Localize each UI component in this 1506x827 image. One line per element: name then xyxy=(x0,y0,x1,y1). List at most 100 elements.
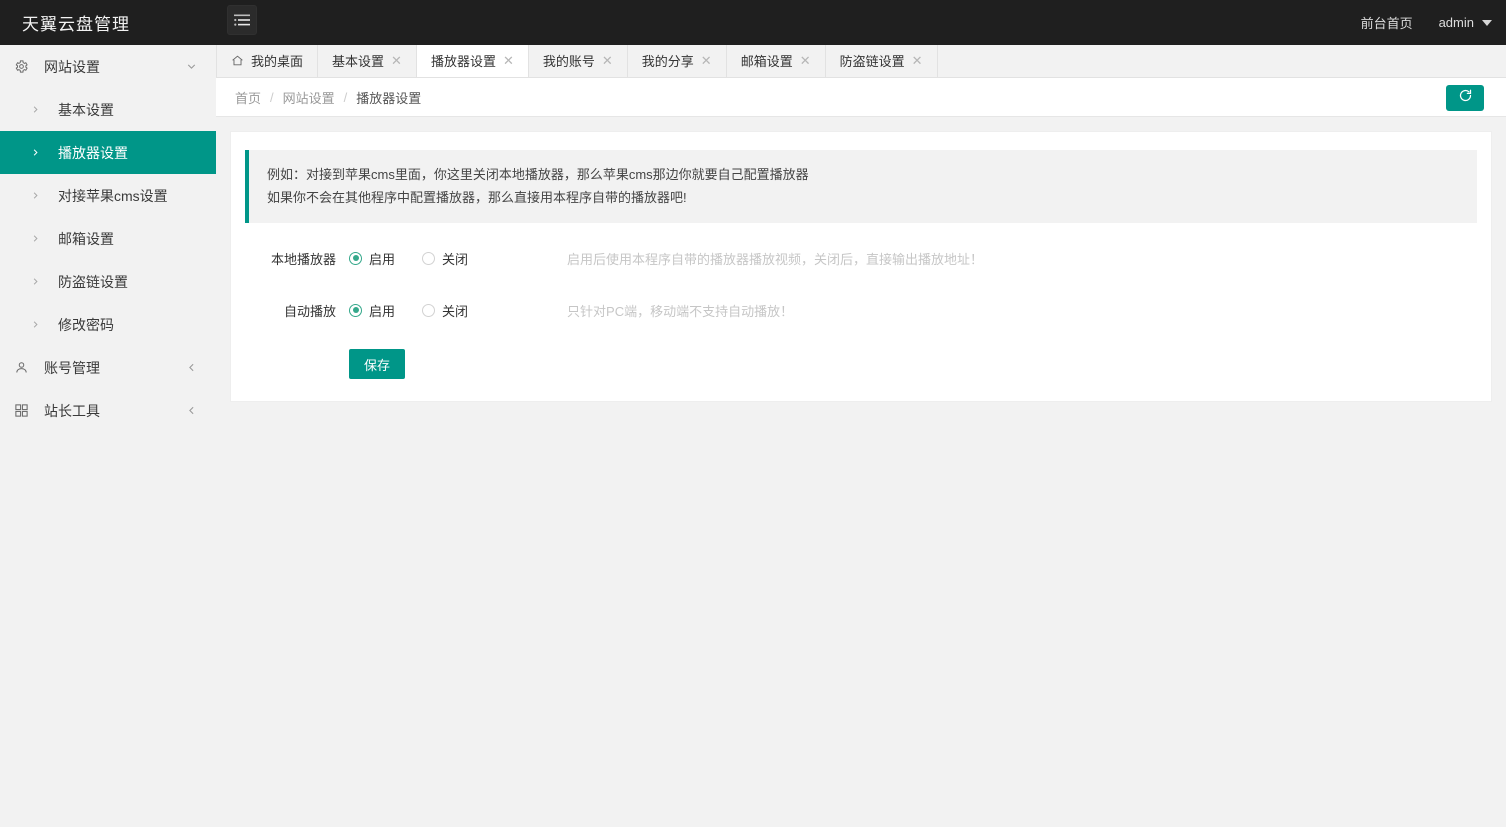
radio-label: 关闭 xyxy=(442,249,468,268)
close-icon[interactable]: ✕ xyxy=(800,54,811,67)
main-content: 例如：对接到苹果cms里面，你这里关闭本地播放器，那么苹果cms那边你就要自己配… xyxy=(216,117,1506,827)
sidebar-item-label: 修改密码 xyxy=(52,315,114,335)
tab-antileech-settings[interactable]: 防盗链设置 ✕ xyxy=(826,44,938,77)
form-row-autoplay: 自动播放 启用 关闭 只针对PC端，移动端不支持自动播放！ xyxy=(245,291,1477,329)
info-alert: 例如：对接到苹果cms里面，你这里关闭本地播放器，那么苹果cms那边你就要自己配… xyxy=(245,150,1477,223)
chevron-down-icon xyxy=(1482,20,1492,26)
radio-autoplay-disable[interactable]: 关闭 xyxy=(422,301,468,320)
field-label: 自动播放 xyxy=(245,301,349,320)
settings-card: 例如：对接到苹果cms里面，你这里关闭本地播放器，那么苹果cms那边你就要自己配… xyxy=(230,131,1492,402)
header-right-menu: 前台首页 admin xyxy=(1361,0,1492,45)
chevron-left-icon xyxy=(185,361,198,374)
radio-local-player-disable[interactable]: 关闭 xyxy=(422,249,468,268)
sidebar-item-label: 播放器设置 xyxy=(52,143,128,163)
tab-label: 我的分享 xyxy=(642,51,694,70)
close-icon[interactable]: ✕ xyxy=(912,54,923,67)
grid-icon xyxy=(14,403,36,418)
front-home-label: 前台首页 xyxy=(1361,13,1413,32)
refresh-icon xyxy=(1458,88,1473,108)
tab-basic-settings[interactable]: 基本设置 ✕ xyxy=(318,44,417,77)
chevron-right-icon xyxy=(30,233,52,244)
save-button[interactable]: 保存 xyxy=(349,349,405,379)
sidebar-item-label: 对接苹果cms设置 xyxy=(52,186,168,206)
field-label: 本地播放器 xyxy=(245,249,349,268)
admin-page: 天翼云盘管理 前台首页 admin xyxy=(0,0,1506,827)
tab-my-desktop[interactable]: 我的桌面 xyxy=(216,44,318,77)
radio-local-player-enable[interactable]: 启用 xyxy=(349,249,395,268)
sidebar-group-webmaster-tools[interactable]: 站长工具 xyxy=(0,389,216,432)
refresh-button[interactable] xyxy=(1446,85,1484,111)
radio-dot-selected-icon xyxy=(349,252,362,265)
tab-label: 我的桌面 xyxy=(251,51,303,70)
form-row-local-player: 本地播放器 启用 关闭 启用后使用本程序自带的播放器播放视频，关闭后，直接输出播… xyxy=(245,239,1477,277)
chevron-right-icon xyxy=(30,147,52,158)
tab-label: 基本设置 xyxy=(332,51,384,70)
sidebar-item-email-settings[interactable]: 邮箱设置 xyxy=(0,217,216,260)
sidebar-nav: 网站设置 基本设置 播放器设置 对接苹果cms设置 xyxy=(0,45,216,827)
sidebar-item-antileech-settings[interactable]: 防盗链设置 xyxy=(0,260,216,303)
close-icon[interactable]: ✕ xyxy=(602,54,613,67)
sidebar-group-account-management[interactable]: 账号管理 xyxy=(0,346,216,389)
field-hint: 启用后使用本程序自带的播放器播放视频，关闭后，直接输出播放地址！ xyxy=(567,249,983,268)
sidebar-group-website-settings[interactable]: 网站设置 xyxy=(0,45,216,88)
radio-label: 启用 xyxy=(369,301,395,320)
brand-title: 天翼云盘管理 xyxy=(0,0,216,45)
hamburger-icon xyxy=(234,14,250,26)
radio-dot-icon xyxy=(422,304,435,317)
breadcrumb-item-website-settings[interactable]: 网站设置 xyxy=(283,88,335,107)
chevron-right-icon xyxy=(30,276,52,287)
chevron-right-icon xyxy=(30,190,52,201)
tab-my-account[interactable]: 我的账号 ✕ xyxy=(529,44,628,77)
sidebar-item-change-password[interactable]: 修改密码 xyxy=(0,303,216,346)
user-menu[interactable]: admin xyxy=(1439,15,1492,30)
tab-label: 防盗链设置 xyxy=(840,51,905,70)
tab-player-settings[interactable]: 播放器设置 ✕ xyxy=(417,44,529,77)
chevron-right-icon xyxy=(30,319,52,330)
sidebar-group-label: 账号管理 xyxy=(36,358,185,378)
radio-group-autoplay: 启用 关闭 xyxy=(349,301,495,320)
breadcrumb-separator: / xyxy=(344,90,348,105)
gear-icon xyxy=(14,59,36,74)
breadcrumb-separator: / xyxy=(270,90,274,105)
radio-dot-selected-icon xyxy=(349,304,362,317)
sidebar-item-label: 防盗链设置 xyxy=(52,272,128,292)
sidebar-item-player-settings[interactable]: 播放器设置 xyxy=(0,131,216,174)
user-icon xyxy=(14,360,36,375)
tab-bar: 我的桌面 基本设置 ✕ 播放器设置 ✕ 我的账号 ✕ 我的分享 ✕ 邮箱设置 ✕… xyxy=(216,45,1506,78)
tab-label: 我的账号 xyxy=(543,51,595,70)
chevron-right-icon xyxy=(30,104,52,115)
chevron-left-icon xyxy=(185,404,198,417)
tab-label: 播放器设置 xyxy=(431,51,496,70)
close-icon[interactable]: ✕ xyxy=(701,54,712,67)
sidebar-group-label: 站长工具 xyxy=(36,401,185,421)
breadcrumb-item-home[interactable]: 首页 xyxy=(235,88,261,107)
breadcrumb-bar: 首页 / 网站设置 / 播放器设置 xyxy=(216,78,1506,117)
breadcrumb-item-current: 播放器设置 xyxy=(356,88,421,107)
sidebar-group-label: 网站设置 xyxy=(36,57,185,77)
alert-line-1: 例如：对接到苹果cms里面，你这里关闭本地播放器，那么苹果cms那边你就要自己配… xyxy=(267,163,1461,186)
sidebar-toggle-button[interactable] xyxy=(227,5,257,35)
radio-group-local-player: 启用 关闭 xyxy=(349,249,495,268)
close-icon[interactable]: ✕ xyxy=(391,54,402,67)
sidebar-item-basic-settings[interactable]: 基本设置 xyxy=(0,88,216,131)
close-icon[interactable]: ✕ xyxy=(503,54,514,67)
breadcrumb: 首页 / 网站设置 / 播放器设置 xyxy=(235,78,421,117)
tab-label: 邮箱设置 xyxy=(741,51,793,70)
tab-email-settings[interactable]: 邮箱设置 ✕ xyxy=(727,44,826,77)
radio-label: 关闭 xyxy=(442,301,468,320)
radio-autoplay-enable[interactable]: 启用 xyxy=(349,301,395,320)
sidebar-item-label: 邮箱设置 xyxy=(52,229,114,249)
home-icon xyxy=(231,54,244,67)
front-home-link[interactable]: 前台首页 xyxy=(1361,13,1413,32)
sidebar-item-maccms-settings[interactable]: 对接苹果cms设置 xyxy=(0,174,216,217)
user-name-label: admin xyxy=(1439,15,1474,30)
radio-label: 启用 xyxy=(369,249,395,268)
player-settings-form: 本地播放器 启用 关闭 启用后使用本程序自带的播放器播放视频，关闭后，直接输出播… xyxy=(245,223,1477,379)
chevron-down-icon xyxy=(185,60,198,73)
sidebar-item-label: 基本设置 xyxy=(52,100,114,120)
radio-dot-icon xyxy=(422,252,435,265)
top-header: 天翼云盘管理 前台首页 admin xyxy=(0,0,1506,45)
field-hint: 只针对PC端，移动端不支持自动播放！ xyxy=(567,301,793,320)
tab-my-shares[interactable]: 我的分享 ✕ xyxy=(628,44,727,77)
alert-line-2: 如果你不会在其他程序中配置播放器，那么直接用本程序自带的播放器吧! xyxy=(267,186,1461,209)
